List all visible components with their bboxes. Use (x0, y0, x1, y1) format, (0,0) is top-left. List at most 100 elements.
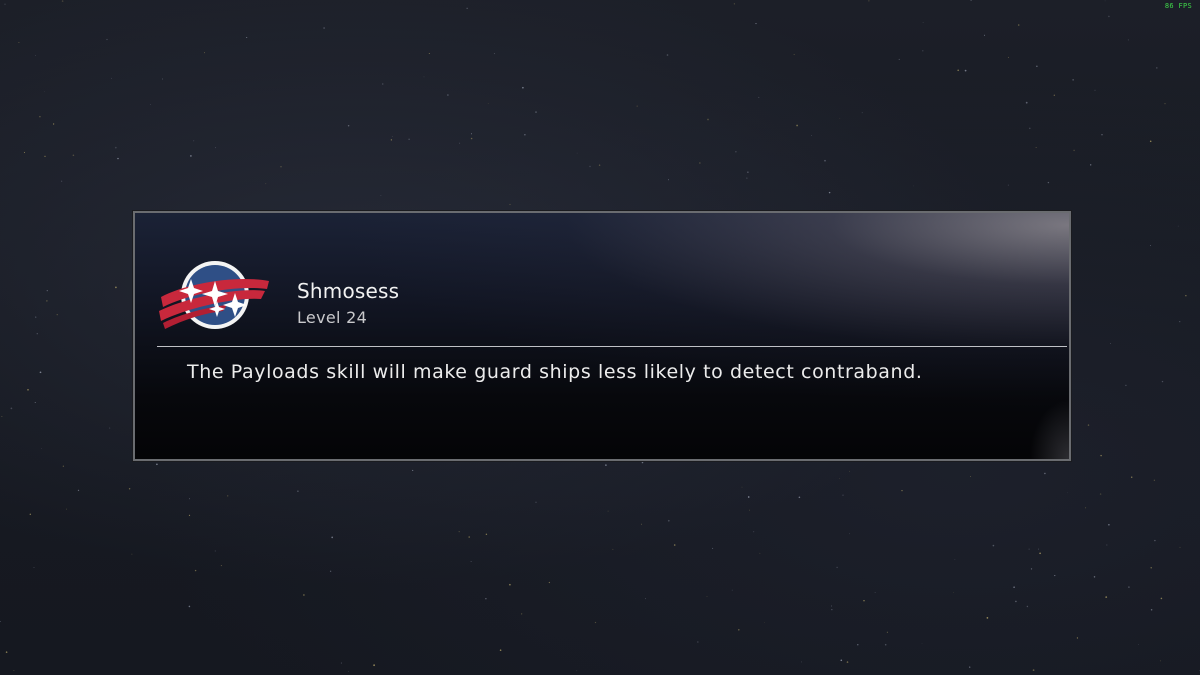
star (798, 496, 801, 499)
star (970, 476, 972, 478)
star (964, 69, 967, 72)
star (380, 195, 382, 197)
star (44, 155, 46, 157)
star (1150, 567, 1152, 569)
star (868, 0, 870, 2)
star (1028, 548, 1030, 550)
star (839, 117, 841, 119)
star (204, 52, 206, 54)
star (731, 589, 733, 591)
star (983, 34, 986, 36)
star (733, 3, 735, 5)
star (428, 52, 430, 55)
star (382, 83, 384, 85)
star (18, 41, 20, 44)
star (470, 561, 472, 562)
star (1154, 539, 1156, 542)
star (699, 162, 701, 164)
star (46, 289, 48, 292)
star (1149, 140, 1152, 143)
star (605, 464, 607, 466)
star (842, 494, 844, 496)
star (1007, 184, 1009, 186)
star (61, 0, 64, 2)
star (4, 3, 6, 5)
star (408, 138, 410, 140)
star (846, 661, 849, 663)
star (265, 183, 267, 185)
star (954, 559, 956, 560)
star (56, 314, 58, 316)
star (150, 104, 152, 105)
star (712, 547, 714, 549)
star (901, 489, 903, 492)
star (641, 461, 644, 464)
star (831, 605, 832, 607)
star (1017, 24, 1020, 26)
star (1035, 147, 1037, 148)
star (39, 115, 41, 118)
star (220, 565, 222, 567)
star (738, 629, 740, 631)
star (666, 54, 669, 56)
star (673, 544, 676, 546)
star (227, 495, 229, 497)
star (1030, 568, 1033, 570)
star (707, 118, 709, 121)
star (668, 179, 669, 181)
hint-message: The Payloads skill will make guard ships… (187, 361, 923, 383)
star (594, 621, 597, 624)
star (114, 146, 117, 149)
star (35, 316, 37, 318)
star (1093, 576, 1096, 578)
star (735, 151, 737, 153)
star (466, 7, 468, 9)
star (214, 550, 216, 552)
star (1150, 608, 1153, 611)
star (44, 91, 45, 93)
star (131, 553, 133, 555)
star (468, 536, 470, 538)
star (36, 333, 38, 335)
star (190, 155, 192, 157)
star (65, 508, 68, 510)
star (1036, 65, 1038, 67)
star (1130, 476, 1133, 478)
star (348, 671, 350, 672)
star (922, 50, 924, 52)
star (1085, 507, 1087, 509)
star (1153, 479, 1156, 481)
star (548, 581, 551, 584)
star (641, 523, 642, 525)
star (62, 465, 64, 467)
star (297, 490, 299, 493)
star (1044, 472, 1046, 475)
star (156, 463, 158, 466)
star (193, 140, 195, 142)
star (598, 164, 601, 166)
star (524, 134, 526, 136)
star (509, 583, 511, 586)
star (188, 514, 191, 517)
star (849, 533, 850, 535)
star (992, 544, 995, 547)
star (458, 530, 460, 533)
star (35, 54, 37, 56)
star (27, 389, 29, 391)
star (39, 371, 42, 374)
star (1108, 524, 1110, 526)
star (109, 427, 111, 429)
star (667, 519, 670, 522)
star (499, 649, 502, 651)
character-level: Level 24 (297, 308, 368, 327)
star (753, 531, 755, 533)
star (521, 613, 523, 615)
star (13, 670, 15, 671)
star (1104, 0, 1106, 2)
star (747, 496, 750, 498)
star (1067, 492, 1068, 494)
star (831, 609, 833, 611)
star (459, 142, 461, 144)
star (29, 513, 31, 515)
star (1125, 384, 1127, 387)
